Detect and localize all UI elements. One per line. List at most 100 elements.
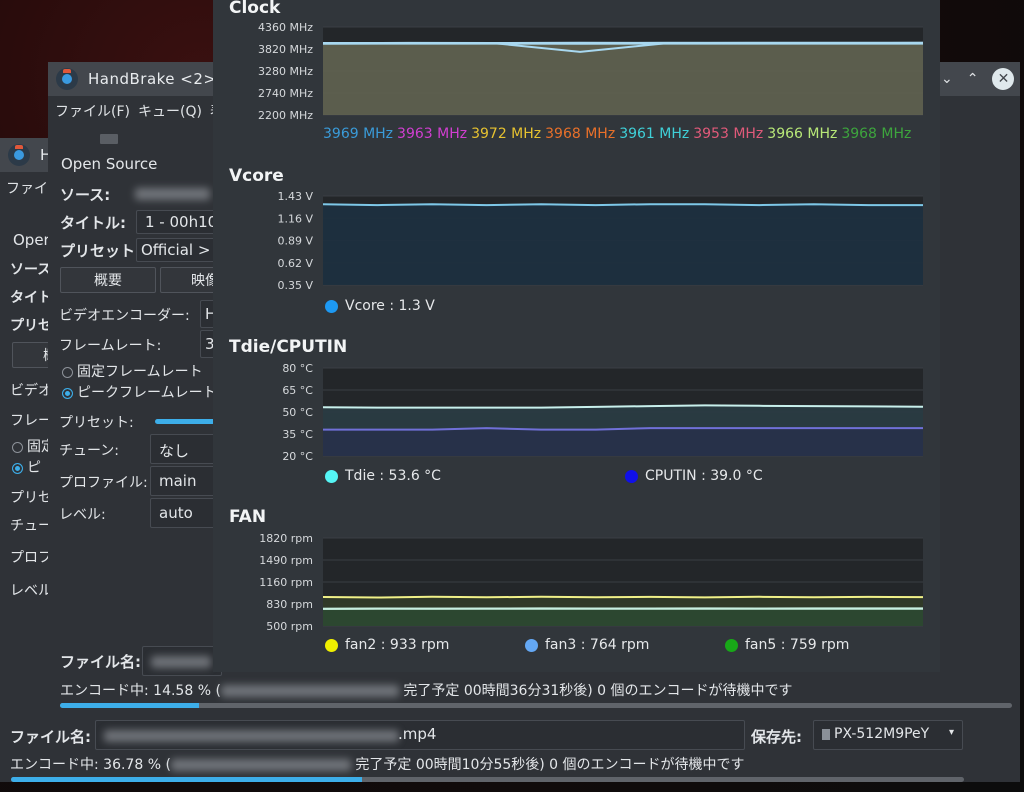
drive-icon [822,728,830,740]
system-monitor-panel: Clock Vcore Tdie/CPUTIN FAN 4360 MHz 3820… [213,0,940,672]
blurred-text [220,685,399,697]
y-tick-label: 0.62 V [277,257,313,270]
legend-label: CPUTIN : 39.0 °C [645,468,763,484]
front-progress-bar [60,703,1012,708]
preset-dropdown[interactable]: Official > I [136,238,216,262]
legend-fan2: fan2 : 933 rpm [325,637,449,653]
back-framerate-label: フレー [10,413,52,429]
y-tick-label: 1.43 V [277,190,313,203]
blurred-text [104,730,399,742]
back-video-encoder-label: ビデオ [10,383,52,399]
tab-summary-label: 概要 [94,273,122,289]
front-window-title: HandBrake <2> [88,70,217,88]
series-area-core1 [323,42,923,115]
save-to-label: 保存先: [751,728,802,746]
radio-constant-framerate[interactable]: 固定フレームレート [62,361,203,381]
tune-dropdown[interactable]: なし [150,434,216,464]
tab-video[interactable]: 映像 [160,267,220,293]
back-profile-label: プロフ [10,550,52,566]
radio-button-selected[interactable] [62,387,73,399]
front-status-suffix: 完了予定 00時間36分31秒後) 0 個のエンコードが待機中です [403,683,793,699]
chevron-down-icon: ▾ [948,727,954,738]
clock-legend-core5: 3961 MHz [619,126,690,142]
y-tick-label: 0.89 V [277,235,313,248]
monitor-charts: 4360 MHz 3820 MHz 3280 MHz 2740 MHz 2200 MHz… [258,21,924,633]
framerate-label: フレームレート: [59,338,162,354]
y-tick-label: 1490 rpm [259,554,313,567]
back-progress-fill [11,777,362,782]
clock-legend-core4: 3968 MHz [545,126,616,142]
blurred-source [135,188,210,200]
open-source-button[interactable]: Open Source [61,155,157,173]
tab-summary[interactable]: 概要 [60,267,156,293]
level-dropdown[interactable]: auto [150,498,216,528]
preset-speed-label: プリセット: [59,415,134,431]
save-to-dropdown[interactable]: PX-512M9PeY ▾ [813,720,963,750]
window-controls: ⌄ ⌃ ✕ [935,62,1020,96]
legend-dot-icon [325,638,338,652]
blurred-text [170,759,351,771]
preset-speed-slider[interactable] [155,419,215,424]
legend-dot-icon [525,638,538,652]
back-preset-label: プリセ [10,318,52,334]
legend-label: Tdie : 53.6 °C [345,468,441,484]
close-icon[interactable]: ✕ [992,68,1015,90]
legend-label: fan5 : 759 rpm [745,637,850,653]
title-dropdown[interactable]: 1 - 00h10 [136,210,216,234]
radio-peak-framerate[interactable]: ピークフレームレート [62,382,217,402]
front-filename-label: ファイル名: [60,653,141,671]
back-radio-peak[interactable]: ピ [12,457,41,477]
y-tick-label: 2740 MHz [258,87,313,100]
legend-Tdie: Tdie : 53.6 °C [325,468,441,484]
y-tick-label: 0.35 V [277,279,313,292]
y-tick-label: 20 °C [282,450,313,463]
y-tick-label: 3280 MHz [258,65,313,78]
back-radio-peak-label: ピ [27,460,41,476]
clock-legend-core6: 3953 MHz [693,126,764,142]
series-line-Vcore [322,203,923,207]
legend-dot-icon [325,469,338,483]
clock-legend-core3: 3972 MHz [471,126,542,142]
handbrake-icon [56,68,78,90]
profile-label: プロファイル: [59,475,148,491]
y-tick-label: 500 rpm [266,620,313,633]
handbrake-icon [8,144,30,166]
open-source-icon [100,134,118,144]
clock-legend-core7: 3966 MHz [767,126,838,142]
legend-label: Vcore : 1.3 V [345,298,435,314]
legend-label: fan3 : 764 rpm [545,637,650,653]
clock-legend: 3969 MHz 3963 MHz 3972 MHz 3968 MHz 3961 MHz… [323,126,915,142]
back-status-suffix: 完了予定 00時間10分55秒後) 0 個のエンコードが待機中です [355,757,745,773]
legend-dot-icon [625,469,638,483]
radio-button[interactable] [12,441,23,453]
legend-label: fan2 : 933 rpm [345,637,450,653]
level-label: レベル: [59,507,106,523]
clock-legend-core8: 3968 MHz [841,126,912,142]
back-open-source[interactable]: Oper [13,231,50,249]
save-to-value: PX-512M9PeY [834,726,930,742]
front-status-prefix: エンコード中: 14.58 % ( [60,683,221,699]
legend-fan5: fan5 : 759 rpm [725,637,849,653]
front-filename-input[interactable] [142,646,222,676]
y-tick-label: 1160 rpm [259,576,313,589]
filename-suffix: .mp4 [398,725,437,743]
series-area-fan5 [323,608,923,626]
legend-dot-icon [725,638,738,652]
maximize-icon[interactable]: ⌃ [967,71,979,87]
back-status-text: エンコード中: 36.78 % ( 完了予定 00時間10分55秒後) 0 個の… [10,754,745,774]
radio-button-selected[interactable] [12,462,23,474]
y-tick-label: 1820 rpm [259,532,313,545]
radio-peak-label: ピークフレームレート [77,385,217,401]
menu-file[interactable]: ファイル(F) [55,101,130,121]
profile-dropdown[interactable]: main [150,466,216,496]
menu-queue[interactable]: キュー(Q) [138,101,202,121]
minimize-icon[interactable]: ⌄ [941,71,953,87]
back-status-prefix: エンコード中: 36.78 % ( [10,757,171,773]
y-tick-label: 65 °C [282,384,313,397]
y-tick-label: 4360 MHz [258,21,313,34]
radio-button[interactable] [62,366,73,378]
legend-fan3: fan3 : 764 rpm [525,637,649,653]
y-tick-label: 830 rpm [266,598,313,611]
back-filename-input[interactable]: .mp4 [95,720,745,750]
back-level-label: レベル [10,583,52,599]
